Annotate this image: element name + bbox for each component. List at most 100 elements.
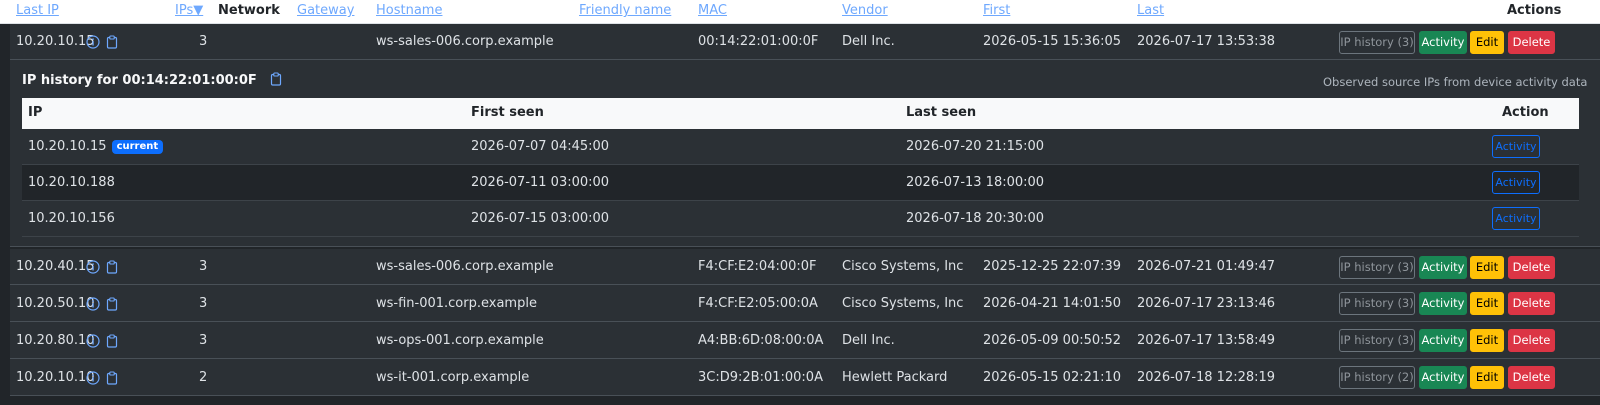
sort-gateway[interactable]: Gateway [297, 2, 354, 20]
sort-mac[interactable]: MAC [698, 2, 727, 20]
history-ip: 10.20.10.156 [28, 210, 115, 228]
info-icon[interactable] [86, 260, 100, 274]
device-mac: F4:CF:E2:05:00:0A [698, 296, 818, 311]
device-vendor: Dell Inc. [842, 333, 895, 348]
device-hostname: ws-sales-006.corp.example [376, 259, 554, 274]
activity-button[interactable]: Activity [1419, 329, 1467, 352]
device-first-seen: 2026-05-15 02:21:10 [983, 370, 1122, 385]
device-first-seen: 2026-05-15 15:36:05 [983, 34, 1122, 49]
clipboard-icon[interactable] [105, 297, 119, 311]
device-row: 10.20.10.10 2 ws-it-001.corp.example 3C:D9:… [10, 359, 1600, 396]
device-table-header: Last IP IPs▼ Network Gateway Hostname Fr… [0, 0, 1600, 24]
history-activity-button[interactable]: Activity [1492, 207, 1540, 230]
device-mac: 3C:D9:2B:01:00:0A [698, 370, 823, 385]
sort-last-ip[interactable]: Last IP [16, 2, 59, 20]
info-icon[interactable] [86, 35, 100, 49]
info-icon[interactable] [86, 297, 100, 311]
clipboard-icon[interactable] [105, 260, 119, 274]
delete-button[interactable]: Delete [1508, 366, 1555, 389]
device-first-seen: 2025-12-25 22:07:39 [983, 259, 1122, 274]
ip-history-title-wrap: IP history for 00:14:22:01:00:0F [22, 72, 283, 90]
history-column-first-seen: First seen [471, 105, 544, 120]
edit-button[interactable]: Edit [1470, 329, 1504, 352]
clipboard-icon[interactable] [105, 334, 119, 348]
clipboard-icon[interactable] [269, 72, 283, 86]
current-badge: current [111, 140, 164, 154]
device-last-seen: 2026-07-18 12:28:19 [1137, 370, 1276, 385]
ip-history-title: IP history for 00:14:22:01:00:0F [22, 73, 257, 88]
delete-button[interactable]: Delete [1508, 329, 1555, 352]
history-column-ip: IP [28, 105, 43, 120]
history-last-seen: 2026-07-20 21:15:00 [906, 139, 1045, 154]
activity-button[interactable]: Activity [1419, 292, 1467, 315]
device-vendor: Hewlett Packard [842, 370, 948, 385]
device-last-ip: 10.20.40.15 [16, 259, 95, 274]
device-vendor: Cisco Systems, Inc [842, 259, 964, 274]
history-column-action: Action [1502, 105, 1549, 120]
device-first-seen: 2026-04-21 14:01:50 [983, 296, 1122, 311]
history-ip-text: 10.20.10.156 [28, 211, 115, 226]
ip-history-row: 10.20.10.156 2026-07-15 03:00:00 2026-07-1… [22, 201, 1579, 237]
edit-button[interactable]: Edit [1470, 31, 1504, 54]
device-hostname: ws-sales-006.corp.example [376, 34, 554, 49]
sort-friendly-name[interactable]: Friendly name [579, 2, 671, 20]
delete-button[interactable]: Delete [1508, 31, 1555, 54]
ip-history-button[interactable]: IP history (2) [1339, 366, 1415, 389]
device-last-seen: 2026-07-17 13:58:49 [1137, 333, 1276, 348]
history-last-seen: 2026-07-18 20:30:00 [906, 211, 1045, 226]
activity-button[interactable]: Activity [1419, 256, 1467, 279]
device-mac: F4:CF:E2:04:00:0F [698, 259, 817, 274]
device-hostname: ws-ops-001.corp.example [376, 333, 544, 348]
device-mac: 00:14:22:01:00:0F [698, 34, 819, 49]
info-icon[interactable] [86, 371, 100, 385]
delete-button[interactable]: Delete [1508, 256, 1555, 279]
device-hostname: ws-fin-001.corp.example [376, 296, 537, 311]
history-ip-text: 10.20.10.188 [28, 175, 115, 190]
delete-button[interactable]: Delete [1508, 292, 1555, 315]
clipboard-icon[interactable] [105, 371, 119, 385]
history-activity-button[interactable]: Activity [1492, 171, 1540, 194]
device-first-seen: 2026-05-09 00:50:52 [983, 333, 1122, 348]
info-icon[interactable] [86, 334, 100, 348]
device-row: 10.20.50.10 3 ws-fin-001.corp.example F4:CF… [10, 285, 1600, 322]
device-last-seen: 2026-07-17 23:13:46 [1137, 296, 1276, 311]
clipboard-icon[interactable] [105, 35, 119, 49]
ip-history-button[interactable]: IP history (3) [1339, 292, 1415, 315]
device-last-seen: 2026-07-17 13:53:38 [1137, 34, 1276, 49]
sort-ips[interactable]: IPs▼ [175, 2, 203, 20]
edit-button[interactable]: Edit [1470, 256, 1504, 279]
device-last-ip: 10.20.10.15 [16, 34, 95, 49]
ip-history-table-header: IP First seen Last seen Action [22, 98, 1579, 129]
device-row: 10.20.40.15 3 ws-sales-006.corp.example F4:… [10, 249, 1600, 285]
history-ip-text: 10.20.10.15 [28, 139, 107, 154]
edit-button[interactable]: Edit [1470, 292, 1504, 315]
device-last-ip: 10.20.80.10 [16, 333, 95, 348]
history-activity-button[interactable]: Activity [1492, 135, 1540, 158]
column-actions: Actions [1507, 3, 1562, 18]
ip-history-button[interactable]: IP history (3) [1339, 31, 1415, 54]
device-row: 10.20.10.15 3 ws-sales-006.corp.example 00:… [10, 24, 1600, 60]
history-ip: 10.20.10.188 [28, 174, 115, 192]
device-last-ip: 10.20.50.10 [16, 296, 95, 311]
device-ip-count: 3 [199, 259, 208, 274]
sort-first[interactable]: First [983, 2, 1010, 20]
ip-history-button[interactable]: IP history (3) [1339, 329, 1415, 352]
edit-button[interactable]: Edit [1470, 366, 1504, 389]
device-last-ip: 10.20.10.10 [16, 370, 95, 385]
device-last-seen: 2026-07-21 01:49:47 [1137, 259, 1276, 274]
device-ip-count: 3 [199, 333, 208, 348]
activity-button[interactable]: Activity [1419, 31, 1467, 54]
ip-history-note: Observed source IPs from device activity… [1323, 75, 1588, 89]
ip-history-button[interactable]: IP history (3) [1339, 256, 1415, 279]
sort-last[interactable]: Last [1137, 2, 1164, 20]
history-first-seen: 2026-07-07 04:45:00 [471, 139, 610, 154]
history-last-seen: 2026-07-13 18:00:00 [906, 175, 1045, 190]
device-vendor: Cisco Systems, Inc [842, 296, 964, 311]
sort-vendor[interactable]: Vendor [842, 2, 888, 20]
device-vendor: Dell Inc. [842, 34, 895, 49]
ip-history-row: 10.20.10.188 2026-07-11 03:00:00 2026-07-1… [22, 165, 1579, 201]
history-first-seen: 2026-07-15 03:00:00 [471, 211, 610, 226]
activity-button[interactable]: Activity [1419, 366, 1467, 389]
sort-hostname[interactable]: Hostname [376, 2, 442, 20]
column-network: Network [218, 3, 280, 18]
